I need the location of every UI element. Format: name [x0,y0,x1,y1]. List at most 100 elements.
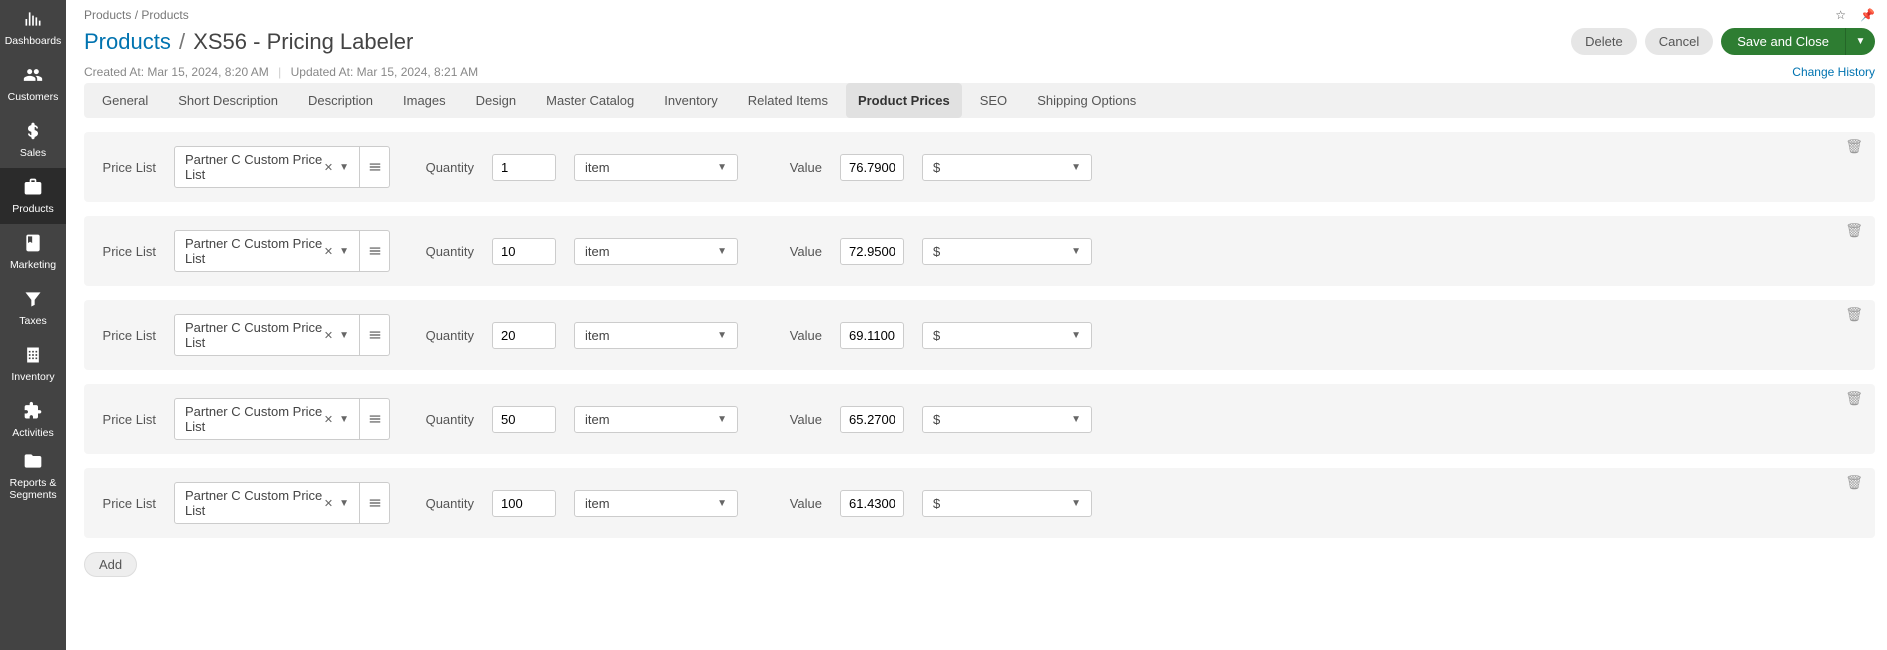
unit-select[interactable]: item ▼ [574,406,738,433]
list-menu-button[interactable] [360,146,390,188]
sidebar-label: Inventory [11,372,54,384]
currency-select[interactable]: $ ▼ [922,154,1092,181]
tab-master-catalog[interactable]: Master Catalog [534,83,646,118]
tab-short-description[interactable]: Short Description [166,83,290,118]
trash-icon[interactable]: 🗑 [1845,474,1863,491]
quantity-input[interactable] [492,322,556,349]
price-list-label: Price List [100,160,156,175]
tab-description[interactable]: Description [296,83,385,118]
sidebar-item-marketing[interactable]: Marketing [0,224,66,280]
tab-images[interactable]: Images [391,83,458,118]
save-dropdown-caret[interactable]: ▼ [1845,28,1875,55]
sidebar-item-activities[interactable]: Activities [0,392,66,448]
trash-icon[interactable]: 🗑 [1845,306,1863,323]
sidebar-label: Products [12,204,53,216]
sidebar-item-sales[interactable]: Sales [0,112,66,168]
clear-icon[interactable]: ✕ [324,413,333,426]
trash-icon[interactable]: 🗑 [1845,390,1863,407]
currency-select[interactable]: $ ▼ [922,322,1092,349]
sidebar-item-customers[interactable]: Customers [0,56,66,112]
building-icon [23,345,43,368]
tab-general[interactable]: General [90,83,160,118]
unit-value: item [585,160,610,175]
price-list-select[interactable]: Partner C Custom Price List ✕▼ [174,314,360,356]
save-and-close-button[interactable]: Save and Close [1721,28,1845,55]
list-menu-button[interactable] [360,230,390,272]
currency-select[interactable]: $ ▼ [922,490,1092,517]
quantity-input[interactable] [492,154,556,181]
change-history-link[interactable]: Change History [1792,65,1875,79]
currency-value: $ [933,412,940,427]
page-title: Products / XS56 - Pricing Labeler [84,29,413,55]
currency-select[interactable]: $ ▼ [922,406,1092,433]
unit-value: item [585,328,610,343]
trash-icon[interactable]: 🗑 [1845,222,1863,239]
title-link[interactable]: Products [84,29,171,54]
list-menu-button[interactable] [360,482,390,524]
price-list-label: Price List [100,328,156,343]
chevron-down-icon: ▼ [339,330,349,341]
quantity-input[interactable] [492,490,556,517]
sidebar-item-reports[interactable]: Reports & Segments [0,448,66,504]
unit-select[interactable]: item ▼ [574,238,738,265]
tab-shipping-options[interactable]: Shipping Options [1025,83,1148,118]
created-at-value: Mar 15, 2024, 8:20 AM [147,65,268,79]
sidebar-item-products[interactable]: Products [0,168,66,224]
value-input[interactable] [840,154,904,181]
add-button[interactable]: Add [84,552,137,577]
chevron-down-icon: ▼ [717,162,727,173]
price-list-select[interactable]: Partner C Custom Price List ✕▼ [174,146,360,188]
briefcase-icon [23,177,43,200]
tab-product-prices[interactable]: Product Prices [846,83,962,118]
unit-select[interactable]: item ▼ [574,322,738,349]
price-list-select[interactable]: Partner C Custom Price List ✕▼ [174,230,360,272]
value-label: Value [756,412,822,427]
timestamps: Created At: Mar 15, 2024, 8:20 AM | Upda… [84,65,478,79]
price-list-select[interactable]: Partner C Custom Price List ✕▼ [174,398,360,440]
sidebar-item-dashboards[interactable]: Dashboards [0,0,66,56]
clear-icon[interactable]: ✕ [324,161,333,174]
updated-at-label: Updated At: [291,65,354,79]
sidebar-item-taxes[interactable]: Taxes [0,280,66,336]
clear-icon[interactable]: ✕ [324,245,333,258]
list-menu-button[interactable] [360,398,390,440]
price-list-label: Price List [100,496,156,511]
tab-seo[interactable]: SEO [968,83,1019,118]
price-list-select[interactable]: Partner C Custom Price List ✕▼ [174,482,360,524]
unit-select[interactable]: item ▼ [574,490,738,517]
price-list-value: Partner C Custom Price List [185,404,324,434]
tab-related-items[interactable]: Related Items [736,83,840,118]
quantity-label: Quantity [408,160,474,175]
currency-select[interactable]: $ ▼ [922,238,1092,265]
pin-icon[interactable]: 📌 [1860,8,1875,22]
currency-value: $ [933,244,940,259]
breadcrumb-text[interactable]: Products / Products [84,8,189,22]
delete-button[interactable]: Delete [1571,28,1637,55]
star-icon[interactable]: ☆ [1835,8,1846,22]
list-menu-button[interactable] [360,314,390,356]
value-input[interactable] [840,238,904,265]
tab-inventory[interactable]: Inventory [652,83,729,118]
value-label: Value [756,496,822,511]
tab-design[interactable]: Design [464,83,528,118]
value-input[interactable] [840,406,904,433]
price-list-value: Partner C Custom Price List [185,236,324,266]
quantity-input[interactable] [492,406,556,433]
value-input[interactable] [840,490,904,517]
chevron-down-icon: ▼ [339,162,349,173]
sidebar-label: Sales [20,148,46,160]
value-input[interactable] [840,322,904,349]
currency-value: $ [933,160,940,175]
cancel-button[interactable]: Cancel [1645,28,1713,55]
book-icon [23,233,43,256]
clear-icon[interactable]: ✕ [324,497,333,510]
clear-icon[interactable]: ✕ [324,329,333,342]
value-label: Value [756,160,822,175]
unit-select[interactable]: item ▼ [574,154,738,181]
price-row: 🗑 Price List Partner C Custom Price List… [84,384,1875,454]
price-list-value: Partner C Custom Price List [185,488,324,518]
sidebar-item-inventory[interactable]: Inventory [0,336,66,392]
created-at-label: Created At: [84,65,144,79]
trash-icon[interactable]: 🗑 [1845,138,1863,155]
quantity-input[interactable] [492,238,556,265]
